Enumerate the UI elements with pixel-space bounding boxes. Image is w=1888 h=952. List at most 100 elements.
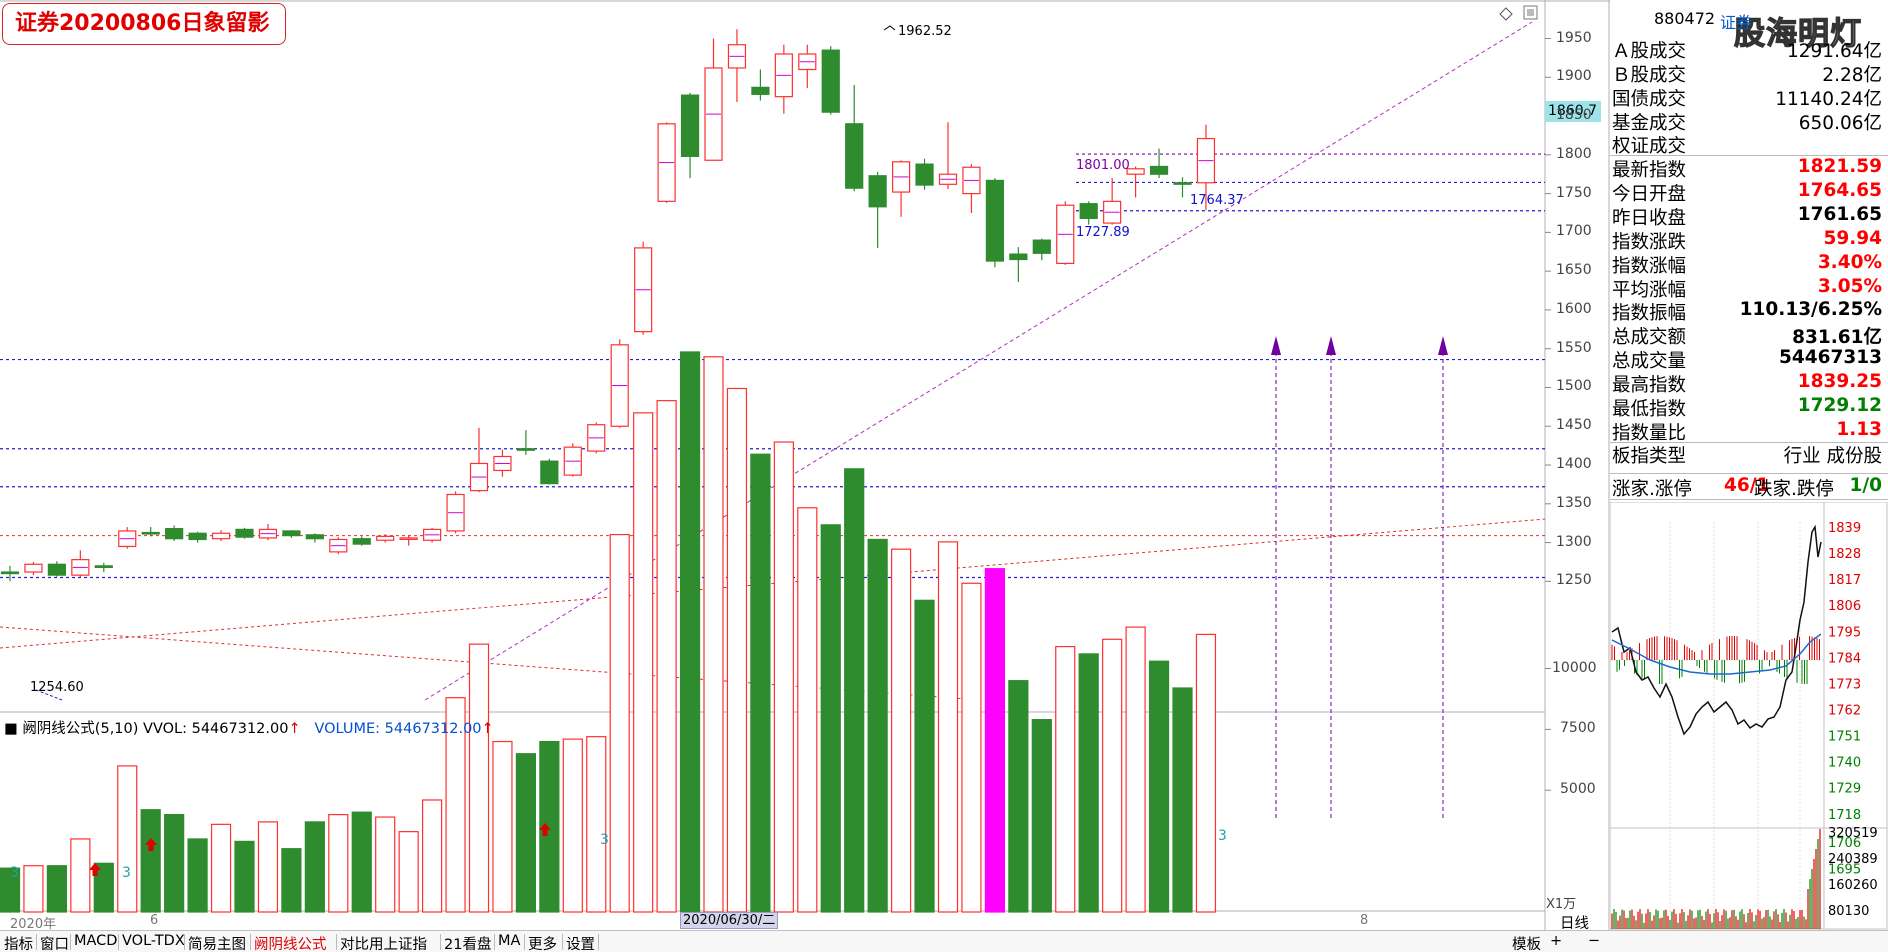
candle[interactable]: [938, 122, 958, 189]
stat-row: 指数量比 1.13: [1610, 418, 1886, 444]
indicator-name[interactable]: 阙阴线公式(5,10): [22, 721, 138, 737]
candle[interactable]: [868, 171, 887, 248]
candle[interactable]: [118, 527, 137, 549]
candle[interactable]: [985, 178, 1005, 268]
candle[interactable]: [352, 536, 371, 546]
candle[interactable]: [751, 69, 770, 101]
candle[interactable]: [610, 339, 629, 428]
candle[interactable]: [1173, 177, 1192, 198]
tab-7[interactable]: 21看盘: [444, 933, 491, 952]
tab-5[interactable]: 阙阴线公式: [254, 933, 327, 952]
candle[interactable]: [282, 530, 301, 538]
candle[interactable]: [798, 44, 817, 89]
stat-value: 54467313: [1779, 347, 1882, 369]
minus-icon[interactable]: −: [1588, 933, 1600, 949]
candle[interactable]: [891, 160, 911, 217]
stat-label: 昨日收盘: [1612, 207, 1687, 229]
candle[interactable]: [727, 29, 747, 103]
tab-6[interactable]: 对比用上证指: [340, 933, 427, 952]
candle[interactable]: [657, 122, 676, 203]
candle[interactable]: [24, 561, 43, 576]
candle[interactable]: [915, 158, 934, 190]
stat-value: 3.40%: [1817, 251, 1882, 273]
mini-price-tick: 1751: [1828, 730, 1861, 745]
volume-bar: [187, 838, 208, 913]
candle[interactable]: [493, 449, 512, 477]
candle[interactable]: [563, 443, 582, 477]
intraday-mini-chart[interactable]: 1839 1828 1817 1806 1795 1784 1773 1762 1751 1740…: [1610, 502, 1888, 930]
volume-bar: [984, 568, 1006, 913]
candle[interactable]: [211, 530, 231, 542]
candle[interactable]: [845, 85, 864, 192]
stock-name[interactable]: 证券: [1720, 9, 1752, 33]
volume-value: VOLUME: 54467312.00: [314, 721, 482, 737]
volume-bar: [1172, 687, 1193, 913]
candle[interactable]: [94, 562, 113, 573]
candle[interactable]: [71, 550, 90, 578]
stat-value: 1729.12: [1797, 394, 1882, 416]
candle[interactable]: [235, 527, 254, 539]
volume-bar: [1195, 633, 1217, 913]
volume-bar: [46, 865, 68, 913]
candle[interactable]: [446, 491, 465, 534]
candle[interactable]: [587, 422, 606, 454]
candle[interactable]: [0, 565, 20, 582]
candle[interactable]: [305, 533, 324, 543]
tab-4[interactable]: 简易主图: [188, 933, 246, 952]
candle[interactable]: [469, 427, 489, 493]
candle[interactable]: [1056, 201, 1075, 265]
tab-3[interactable]: VOL-TDX: [122, 933, 185, 949]
volume-bar: [234, 840, 255, 913]
tab-2[interactable]: MACD: [74, 933, 117, 949]
candle[interactable]: [1032, 238, 1051, 261]
stock-code: 880472: [1654, 9, 1716, 28]
stat-value: 1839.25: [1797, 370, 1882, 392]
volume-bar: [257, 821, 279, 913]
volume-bar: [1102, 638, 1123, 913]
vol-mark-2: 3: [122, 865, 131, 881]
candle[interactable]: [1009, 247, 1028, 283]
candle[interactable]: [188, 531, 207, 543]
stat-value: 831.61亿: [1792, 327, 1882, 349]
candle[interactable]: [704, 38, 723, 161]
candle[interactable]: [1103, 178, 1122, 225]
tab-9[interactable]: 更多: [528, 933, 557, 952]
collapse-icon[interactable]: ■: [4, 721, 18, 737]
candle[interactable]: [680, 92, 700, 179]
tab-1[interactable]: 窗口: [40, 933, 69, 952]
stat-value: 3.05%: [1817, 275, 1882, 297]
volume-bar: [633, 412, 654, 913]
candle[interactable]: [634, 241, 653, 335]
volume-arrow-icon: ↑: [481, 721, 494, 737]
volume-bar: [890, 548, 912, 913]
candle[interactable]: [47, 561, 67, 577]
stat-row: 指数涨幅 3.40%: [1610, 251, 1886, 277]
candle[interactable]: [516, 430, 536, 455]
daily-label[interactable]: 日线: [1560, 912, 1589, 933]
tab-10[interactable]: 设置: [566, 933, 595, 952]
candle[interactable]: [165, 525, 184, 542]
candle[interactable]: [962, 164, 981, 213]
candle[interactable]: [821, 46, 840, 115]
tab-8[interactable]: MA: [498, 933, 520, 949]
stat-value: 1291.64亿: [1786, 41, 1882, 62]
tab-0[interactable]: 指标: [4, 933, 33, 952]
candle[interactable]: [1149, 148, 1169, 179]
stat-row: 国债成交 11140.24亿: [1610, 85, 1886, 110]
kline-chart[interactable]: [0, 0, 1610, 930]
candle[interactable]: [141, 527, 160, 537]
stat-value: 1.13: [1836, 418, 1882, 440]
stat-value: 1761.65: [1797, 203, 1882, 225]
candle[interactable]: [774, 44, 793, 114]
candle[interactable]: [258, 523, 278, 541]
candle[interactable]: [540, 458, 559, 485]
volume-tick-label: 5000: [1560, 781, 1596, 798]
tab-template[interactable]: 模板: [1512, 933, 1541, 952]
volume-bar: [679, 351, 701, 913]
candle[interactable]: [399, 534, 418, 546]
candle[interactable]: [423, 527, 442, 543]
stat-label: 指数振幅: [1612, 303, 1687, 325]
candle[interactable]: [329, 537, 348, 555]
candle[interactable]: [1079, 201, 1098, 225]
prev-icon[interactable]: +: [1550, 933, 1562, 949]
